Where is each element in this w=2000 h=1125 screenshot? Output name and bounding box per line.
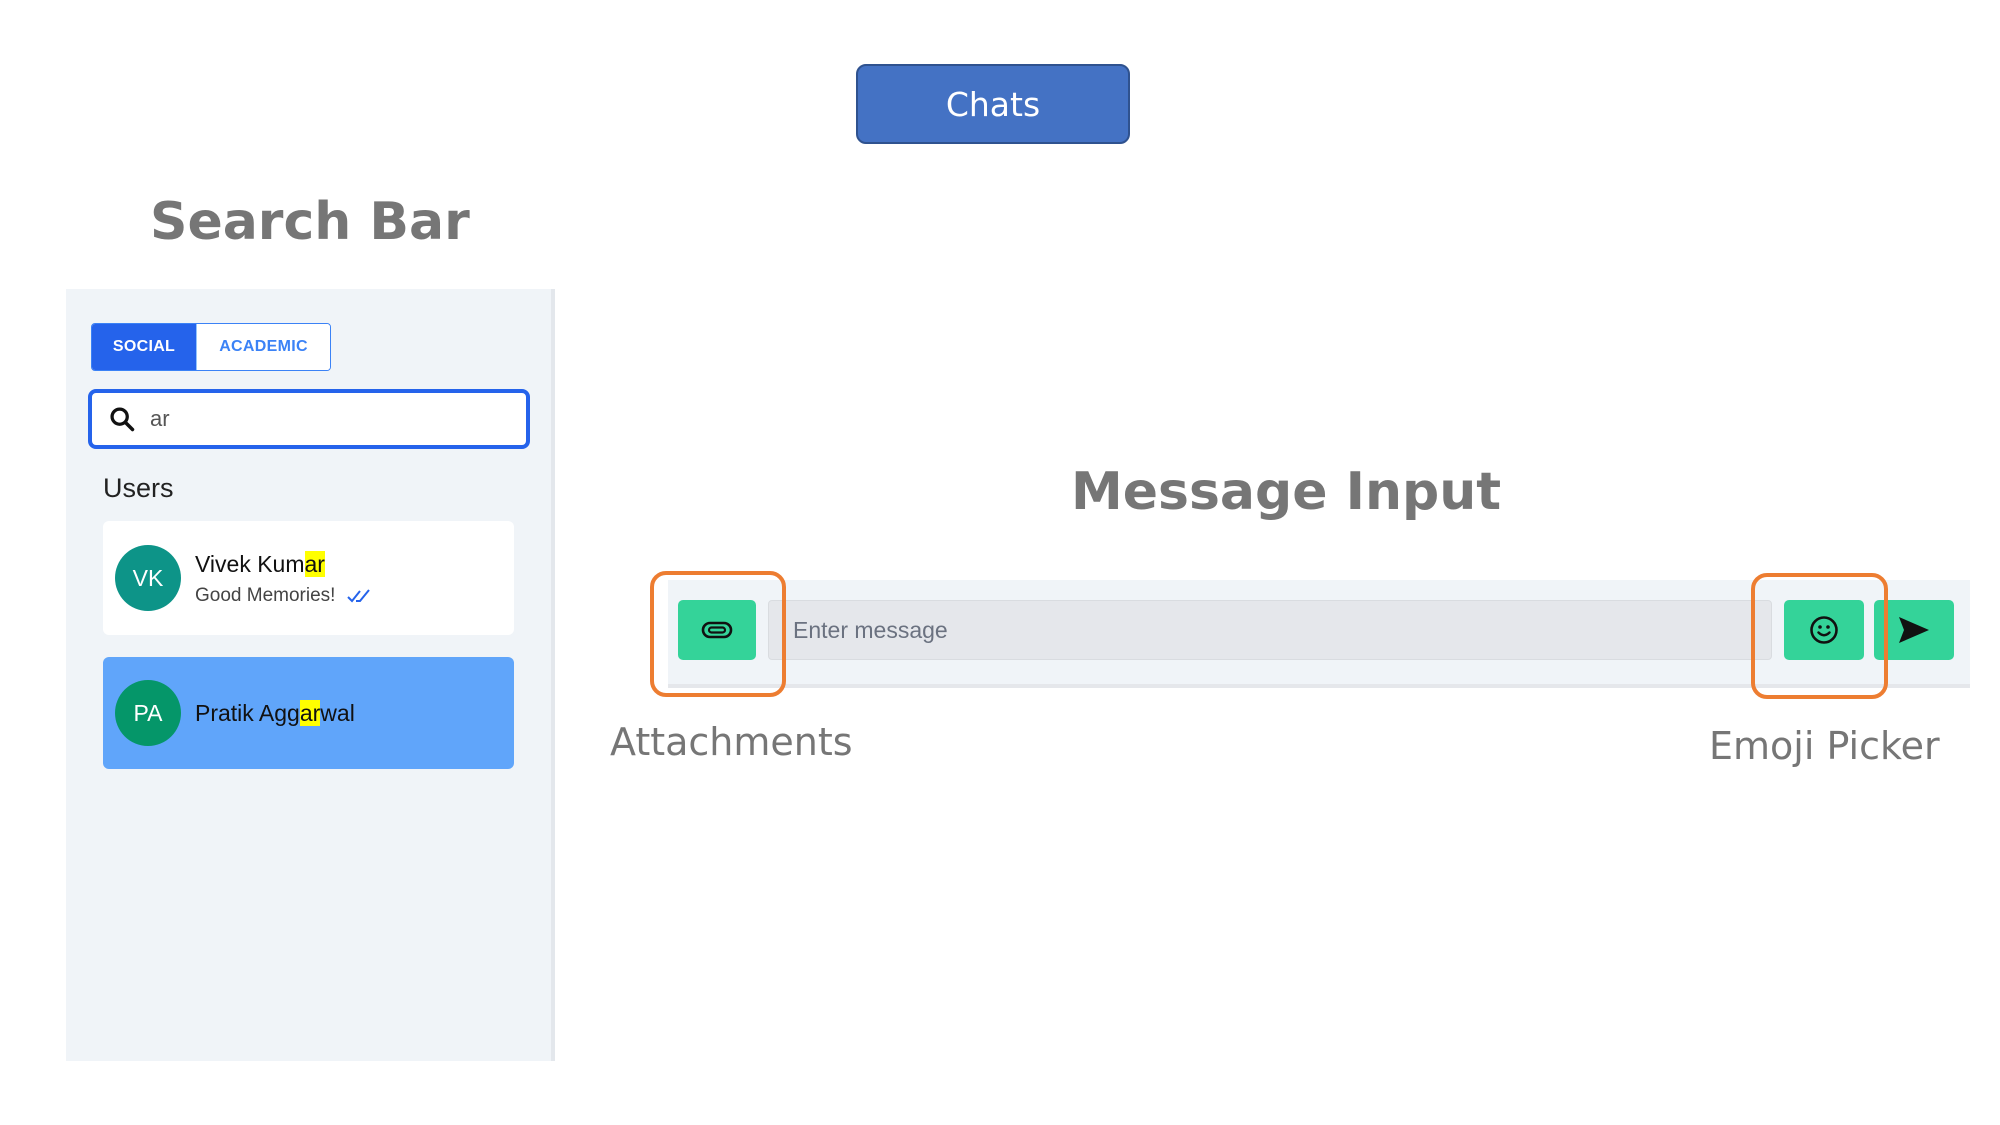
user-list-item-selected[interactable]: PA Pratik Aggarwal bbox=[103, 657, 514, 769]
avatar: PA bbox=[115, 680, 181, 746]
search-bar-heading: Search Bar bbox=[150, 192, 470, 252]
user-name: Pratik Aggarwal bbox=[195, 698, 355, 728]
message-input[interactable] bbox=[768, 600, 1772, 660]
user-name-text: Vivek Kum bbox=[195, 551, 305, 577]
send-icon bbox=[1899, 617, 1929, 643]
users-section-label: Users bbox=[103, 473, 174, 503]
tab-social[interactable]: SOCIAL bbox=[92, 324, 196, 370]
search-match-highlight: ar bbox=[299, 700, 321, 726]
attachments-caption: Attachments bbox=[610, 720, 853, 764]
last-message-text: Good Memories! bbox=[195, 585, 336, 606]
emoji-picker-highlight bbox=[1751, 573, 1888, 699]
message-input-heading: Message Input bbox=[1071, 462, 1502, 522]
user-info: Pratik Aggarwal bbox=[195, 698, 355, 728]
search-match-highlight: ar bbox=[304, 551, 325, 577]
emoji-picker-caption: Emoji Picker bbox=[1709, 724, 1940, 768]
double-check-icon bbox=[347, 589, 371, 603]
avatar: VK bbox=[115, 545, 181, 611]
last-message: Good Memories! bbox=[195, 585, 373, 607]
user-name-text-rest: wal bbox=[320, 700, 355, 726]
tab-academic[interactable]: ACADEMIC bbox=[196, 324, 330, 370]
user-list-item[interactable]: VK Vivek Kumar Good Memories! bbox=[103, 521, 514, 635]
chats-title-box: Chats bbox=[856, 64, 1130, 144]
user-name-text: Pratik Agg bbox=[195, 700, 300, 726]
search-box[interactable] bbox=[88, 389, 530, 449]
search-input[interactable] bbox=[150, 393, 510, 445]
user-name: Vivek Kumar bbox=[195, 549, 373, 579]
attachments-highlight bbox=[650, 571, 786, 697]
user-info: Vivek Kumar Good Memories! bbox=[195, 549, 373, 607]
chat-category-tabs: SOCIAL ACADEMIC bbox=[91, 323, 331, 371]
chat-sidebar: SOCIAL ACADEMIC Users VK Vivek Kumar Goo… bbox=[66, 289, 555, 1061]
search-icon bbox=[110, 407, 135, 432]
